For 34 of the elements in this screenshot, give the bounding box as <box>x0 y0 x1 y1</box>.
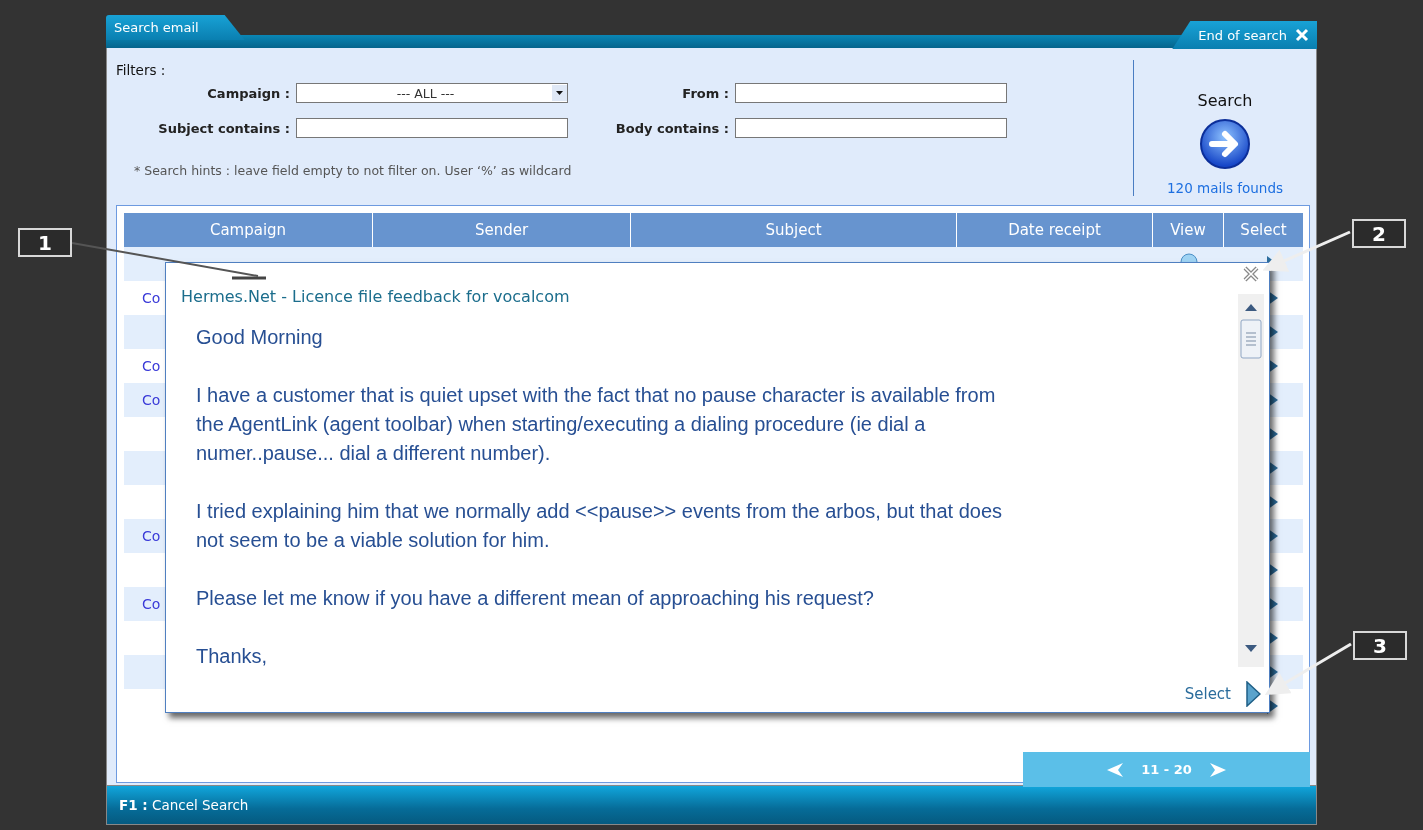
filters-heading: Filters : <box>116 62 167 78</box>
table-cell: Co <box>142 392 161 408</box>
column-header: View <box>1153 213 1224 247</box>
table-cell: Co <box>142 358 161 374</box>
email-paragraph: Good Morning <box>196 325 324 350</box>
column-header: Date receipt <box>957 213 1153 247</box>
email-subject: Hermes.Net - Licence file feedback for vocalcom <box>181 287 570 306</box>
email-paragraph: I have a customer that is quiet upset with the fact that no pause character is available from the AgentLink (agent toolbar) when starting/executing a dialing procedure (ie dial a numer..pause... dial a different number). <box>196 383 997 466</box>
search-hint: * Search hints : leave field empty to not filter on. User ‘%’ as wildcard <box>134 163 573 178</box>
column-header: Sender <box>373 213 631 247</box>
field-label: Body contains : <box>614 120 729 136</box>
window-title: Search email <box>106 15 245 40</box>
field-label: Campaign : <box>206 85 290 101</box>
page-range: 11 - 20 <box>1141 762 1192 777</box>
column-header: Campaign <box>124 213 373 247</box>
field-label: Subject contains : <box>157 120 290 136</box>
column-header: Select <box>1224 213 1303 247</box>
email-paragraph: Thanks, <box>196 644 269 669</box>
end-search-button[interactable]: End of search <box>1172 21 1317 49</box>
campaign-dropdown[interactable]: --- ALL --- <box>296 83 568 103</box>
email-paragraph: I tried explaining him that we normally add <<pause>> events from the arbos, but that does not seem to be a viable solution for him. <box>196 499 1004 553</box>
result-count: 120 mails founds <box>1166 180 1283 196</box>
table-cell: Co <box>142 596 161 612</box>
callout-number: 1 <box>18 228 72 257</box>
callout-number: 3 <box>1353 631 1407 660</box>
status-text: F1 : Cancel Search <box>119 797 249 813</box>
table-cell: Co <box>142 290 161 306</box>
column-header: Subject <box>631 213 957 247</box>
table-cell: Co <box>142 528 161 544</box>
email-paragraph: Please let me know if you have a different mean of approaching his request? <box>196 586 875 611</box>
select-link[interactable]: Select <box>1184 681 1261 707</box>
field-label: From : <box>681 85 729 101</box>
callout-number: 2 <box>1352 219 1406 248</box>
search-label: Search <box>1197 91 1253 110</box>
